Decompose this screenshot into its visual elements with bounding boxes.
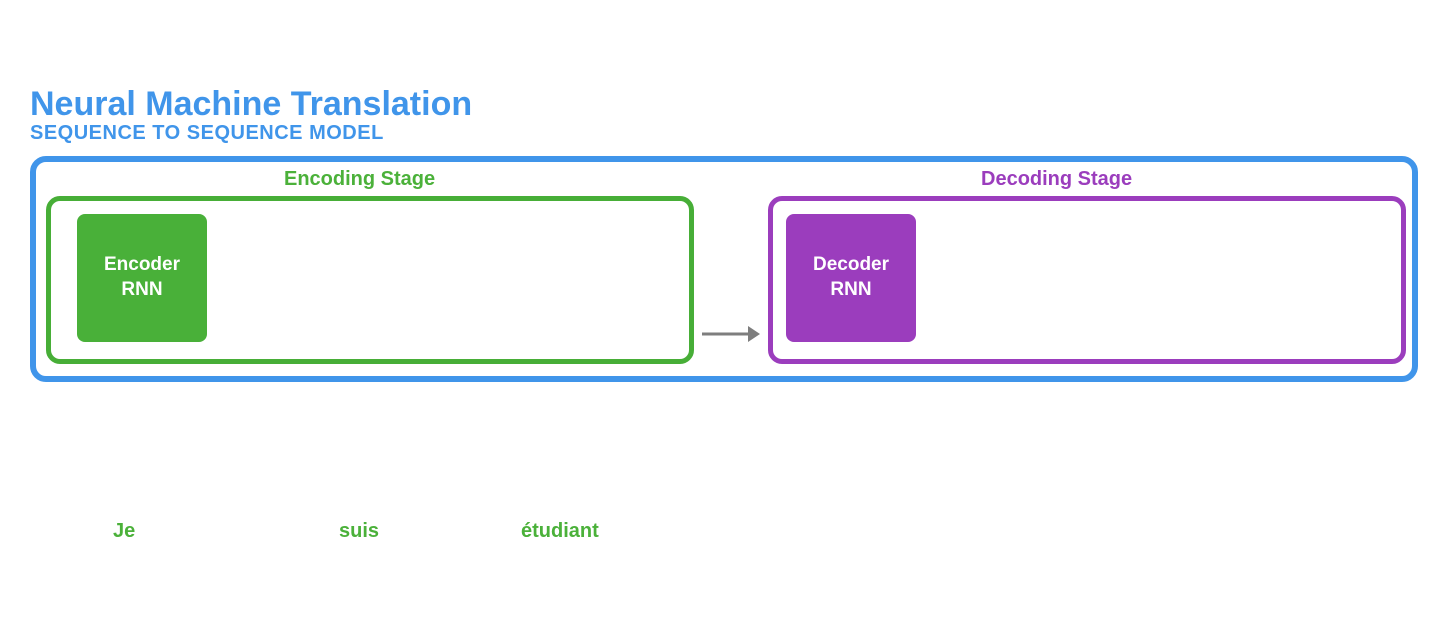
decoding-stage-label: Decoding Stage (981, 168, 1132, 191)
input-token-1: Je (113, 520, 135, 543)
arrow-icon (700, 322, 760, 346)
input-token-3: étudiant (521, 520, 599, 543)
input-tokens: Je suis étudiant (0, 520, 700, 550)
encoder-rnn-block: EncoderRNN (77, 214, 207, 342)
decoder-rnn-block: DecoderRNN (786, 214, 916, 342)
diagram-subtitle: SEQUENCE TO SEQUENCE MODEL (30, 122, 384, 145)
input-token-2: suis (339, 520, 379, 543)
diagram-title: Neural Machine Translation (30, 85, 472, 124)
encoding-stage-label: Encoding Stage (284, 168, 435, 191)
